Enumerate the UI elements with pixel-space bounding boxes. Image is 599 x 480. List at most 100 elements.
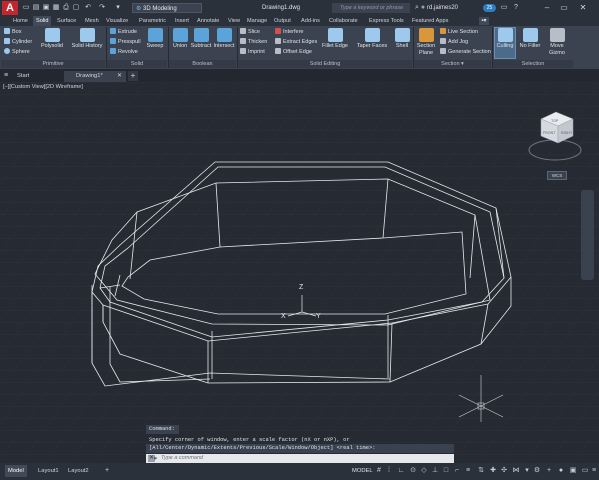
- polar-icon[interactable]: ⊙: [409, 467, 417, 475]
- tab-visualize[interactable]: Visualize: [103, 16, 131, 26]
- navigation-bar[interactable]: [581, 190, 594, 280]
- workspace-selector[interactable]: ⚙ 3D Modeling: [132, 3, 202, 13]
- move-gizmo-button[interactable]: Move Gizmo: [545, 28, 569, 57]
- thicken-button[interactable]: Thicken: [240, 38, 267, 47]
- tab-add-ins[interactable]: Add-ins: [298, 16, 323, 26]
- slice-button[interactable]: Slice: [240, 28, 260, 37]
- tab-layout2[interactable]: Layout2: [65, 465, 92, 477]
- keyword-search-input[interactable]: Type a keyword or phrase: [332, 3, 410, 13]
- taper-faces-button[interactable]: Taper Faces: [355, 28, 389, 50]
- command-input[interactable]: Type a command: [161, 454, 451, 463]
- help-icon[interactable]: ?: [512, 3, 520, 12]
- isolate-objects-icon[interactable]: ●: [557, 467, 565, 475]
- wcs-menu[interactable]: WCS: [547, 171, 567, 180]
- gizmo-icon[interactable]: ✚: [489, 467, 497, 475]
- panel-title-solid-editing[interactable]: Solid Editing: [238, 60, 412, 68]
- cart-icon[interactable]: ▭: [500, 3, 508, 12]
- fillet-edge-button[interactable]: Fillet Edge: [320, 28, 350, 50]
- share-icon[interactable]: ▢: [72, 3, 80, 12]
- section-plane-button[interactable]: Section Plane: [413, 28, 439, 57]
- clean-screen-icon[interactable]: ▭: [581, 467, 589, 475]
- subtract-button[interactable]: Subtract: [189, 28, 213, 50]
- sphere-button[interactable]: Sphere: [4, 48, 30, 57]
- isodraft-icon[interactable]: ◇: [420, 467, 428, 475]
- graphics-performance-icon[interactable]: ▣: [569, 467, 577, 475]
- generate-section-button[interactable]: Generate Section: [440, 48, 491, 57]
- cylinder-button[interactable]: Cylinder: [4, 38, 32, 47]
- revolve-button[interactable]: Revolve: [110, 48, 138, 57]
- close-icon[interactable]: ✕: [576, 2, 590, 14]
- annotation-scale-icon[interactable]: ⋈: [512, 467, 520, 475]
- notification-badge[interactable]: 25: [483, 4, 496, 12]
- tab-start[interactable]: Start: [5, 71, 63, 82]
- panel-title-solid[interactable]: Solid: [107, 60, 167, 68]
- customize-icon[interactable]: ▾: [114, 3, 122, 12]
- selection-cycling-icon[interactable]: ⇅: [477, 467, 485, 475]
- saveas-icon[interactable]: ▦: [52, 3, 60, 12]
- annotation-visibility-icon[interactable]: ✣: [500, 467, 508, 475]
- undo-icon[interactable]: ↶: [84, 3, 92, 12]
- application-menu-button[interactable]: A: [2, 1, 18, 15]
- save-icon[interactable]: ▣: [42, 3, 50, 12]
- tab-featured-apps[interactable]: Featured Apps: [409, 16, 451, 26]
- tab-mesh[interactable]: Mesh: [82, 16, 102, 26]
- user-account[interactable]: rd.jaimes20: [427, 3, 458, 13]
- intersect-button[interactable]: Intersect: [212, 28, 236, 50]
- tab-layout1[interactable]: Layout1: [35, 465, 62, 477]
- add-layout-icon[interactable]: +: [103, 467, 111, 475]
- tab-express-tools[interactable]: Express Tools: [366, 16, 407, 26]
- culling-button[interactable]: Culling: [493, 28, 517, 50]
- viewport-canvas[interactable]: Z X Y TOP FRONT RIGHT: [0, 82, 599, 463]
- extrude-button[interactable]: Extrude: [110, 28, 137, 37]
- lineweight-icon[interactable]: ≡: [464, 467, 472, 475]
- offset-edge-button[interactable]: Offset Edge: [275, 48, 312, 57]
- tab-model[interactable]: Model: [5, 465, 27, 477]
- dynamic-ucs-icon[interactable]: ⌐: [453, 467, 461, 475]
- solid-history-button[interactable]: Solid History: [70, 28, 104, 50]
- minimize-icon[interactable]: –: [540, 2, 554, 14]
- annotation-monitor-icon[interactable]: +: [545, 467, 553, 475]
- tab-parametric[interactable]: Parametric: [136, 16, 169, 26]
- viewport-controls-label[interactable]: [−][Custom View][2D Wireframe]: [3, 84, 83, 90]
- live-section-button[interactable]: Live Section: [440, 28, 478, 37]
- panel-title-selection[interactable]: Selection: [493, 60, 573, 68]
- maximize-icon[interactable]: ▭: [557, 2, 571, 14]
- customization-icon[interactable]: ≡: [590, 467, 598, 475]
- panel-title-boolean[interactable]: Boolean: [169, 60, 236, 68]
- no-filter-button[interactable]: No Filter: [518, 28, 542, 50]
- ortho-icon[interactable]: ∟: [397, 467, 405, 475]
- workspace-switching-icon[interactable]: ⚙: [533, 467, 541, 475]
- tab-manage[interactable]: Manage: [244, 16, 270, 26]
- box-button[interactable]: Box: [4, 28, 21, 37]
- polysolid-button[interactable]: Polysolid: [40, 28, 64, 50]
- presspull-button[interactable]: Presspull: [110, 38, 141, 47]
- snap-icon[interactable]: ⁞: [385, 467, 393, 475]
- tab-annotate[interactable]: Annotate: [194, 16, 222, 26]
- new-icon[interactable]: ▭: [22, 3, 30, 12]
- redo-icon[interactable]: ↷: [98, 3, 106, 12]
- object-snap-tracking-icon[interactable]: ⊥: [431, 467, 439, 475]
- tab-output[interactable]: Output: [271, 16, 294, 26]
- extract-edges-button[interactable]: Extract Edges: [275, 38, 317, 47]
- close-tab-icon[interactable]: ✕: [117, 71, 122, 82]
- interfere-button[interactable]: Interfere: [275, 28, 303, 37]
- tab-view[interactable]: View: [225, 16, 243, 26]
- tab-collaborate[interactable]: Collaborate: [326, 16, 361, 26]
- tab-surface[interactable]: Surface: [54, 16, 79, 26]
- grid-icon[interactable]: #: [375, 467, 383, 475]
- model-space-toggle[interactable]: MODEL: [352, 465, 373, 477]
- shell-button[interactable]: Shell: [390, 28, 414, 50]
- object-snap-icon[interactable]: □: [442, 467, 450, 475]
- sweep-button[interactable]: Sweep: [143, 28, 167, 50]
- ribbon-options-icon[interactable]: ▪▾: [479, 17, 489, 25]
- print-icon[interactable]: ⎙: [62, 3, 70, 12]
- panel-title-section[interactable]: Section ▾: [414, 60, 491, 68]
- tab-solid[interactable]: Solid: [33, 16, 52, 26]
- add-jog-button[interactable]: Add Jog: [440, 38, 468, 47]
- imprint-button[interactable]: Imprint: [240, 48, 265, 57]
- new-tab-plus-icon[interactable]: +: [128, 71, 138, 81]
- panel-title-primitive[interactable]: Primitive: [1, 60, 105, 68]
- open-icon[interactable]: ▤: [32, 3, 40, 12]
- annotation-scale-menu-icon[interactable]: ▾: [523, 467, 531, 475]
- tab-home[interactable]: Home: [10, 16, 31, 26]
